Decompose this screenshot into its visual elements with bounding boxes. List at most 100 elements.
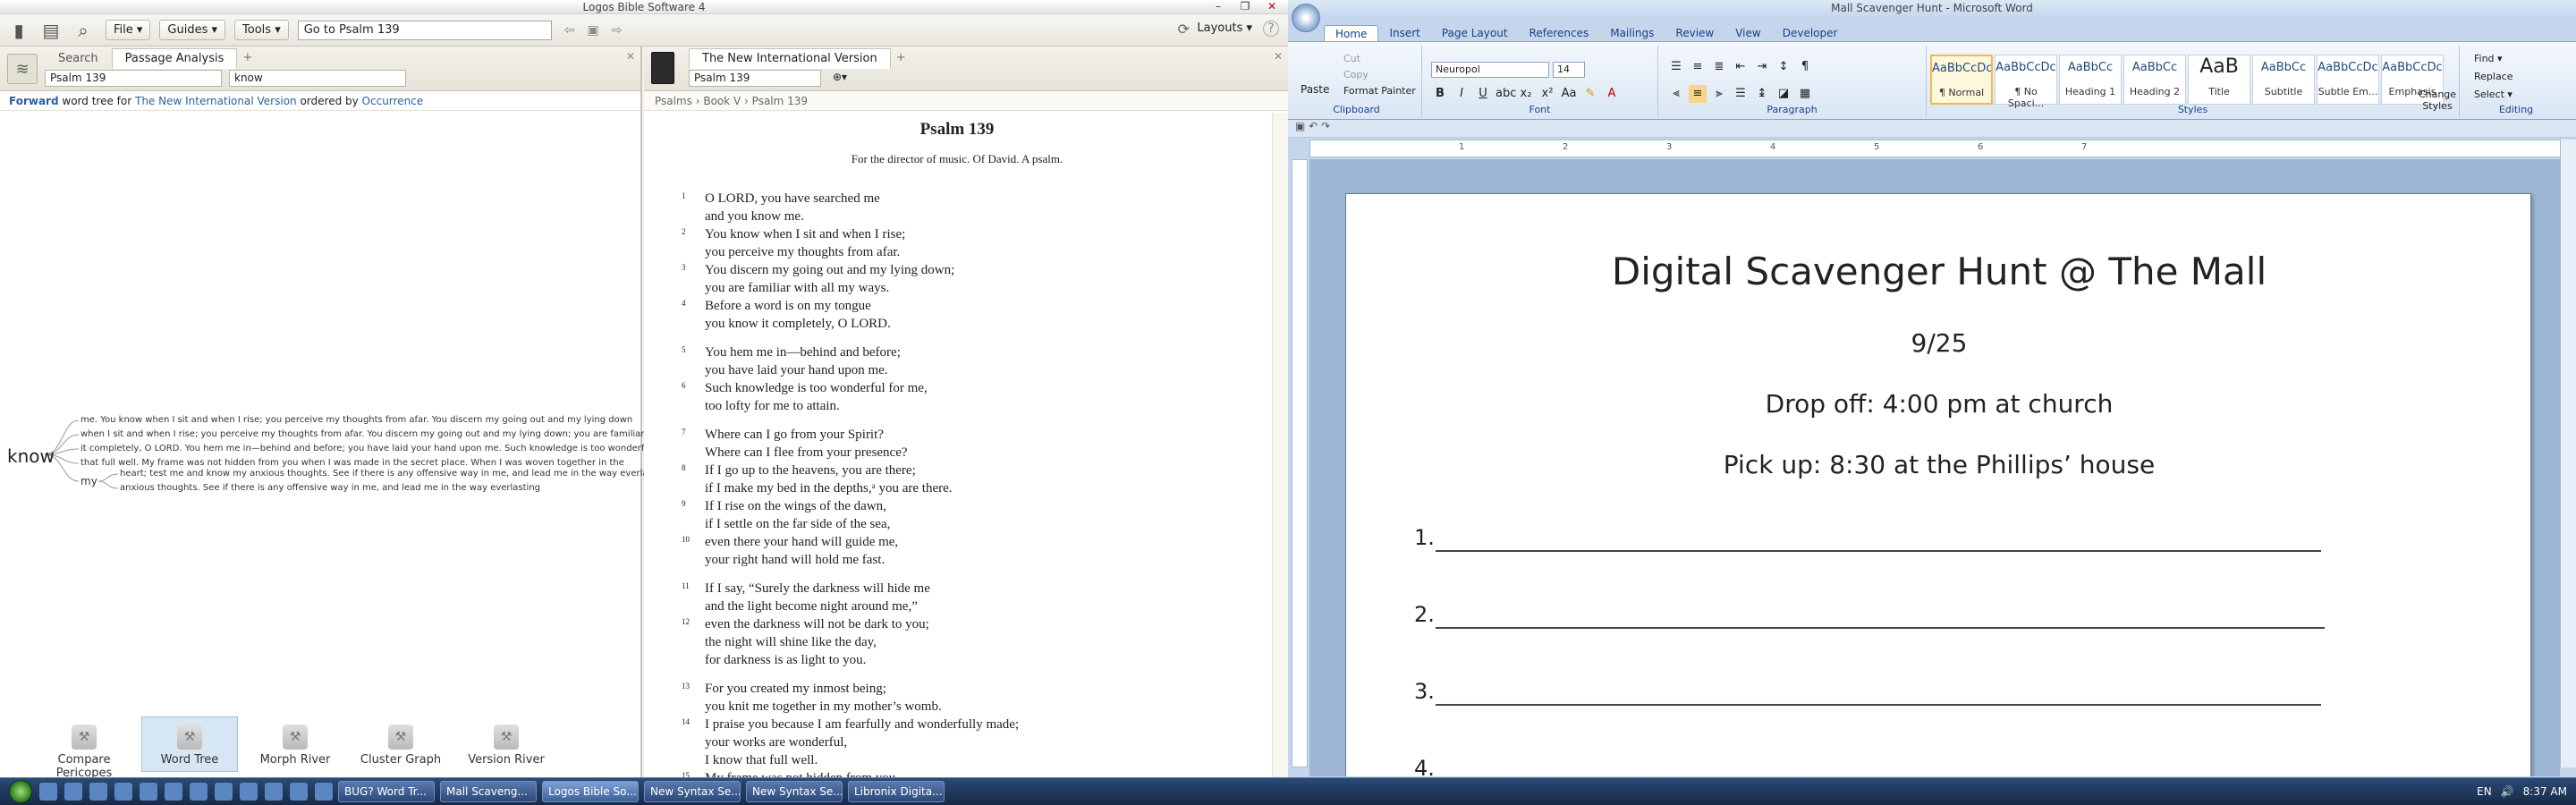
- tab-mailings[interactable]: Mailings: [1599, 25, 1665, 42]
- tab-search[interactable]: Search: [45, 48, 112, 69]
- quicklaunch-icon[interactable]: [165, 783, 182, 801]
- quicklaunch-icon[interactable]: [140, 783, 157, 801]
- quicklaunch-icon[interactable]: [39, 783, 57, 801]
- highlight-button[interactable]: ✎: [1581, 85, 1599, 103]
- tree-sub-branch[interactable]: anxious thoughts. See if there is any of…: [120, 481, 540, 496]
- tab-insert[interactable]: Insert: [1378, 25, 1430, 42]
- numbering-button[interactable]: ≡: [1689, 58, 1707, 76]
- line-spacing-button[interactable]: ↨: [1753, 85, 1771, 103]
- clock[interactable]: 8:37 AM: [2523, 785, 2567, 798]
- tab-review[interactable]: Review: [1665, 25, 1724, 42]
- verse-number[interactable]: 2: [682, 227, 686, 236]
- style-item[interactable]: AaBbCcDc ¶ No Spaci...: [1995, 55, 2057, 109]
- format-painter-button[interactable]: Format Painter: [1343, 85, 1416, 97]
- taskbar-button[interactable]: New Syntax Se...: [644, 781, 741, 802]
- tab-page-layout[interactable]: Page Layout: [1431, 25, 1519, 42]
- increase-indent-button[interactable]: ⇥: [1753, 58, 1771, 76]
- goto-input[interactable]: Go to Psalm 139: [297, 20, 552, 40]
- doc-pickup[interactable]: Pick up: 8:30 at the Phillips’ house: [1346, 450, 2532, 479]
- taskbar-button[interactable]: New Syntax Se...: [746, 781, 843, 802]
- verse-number[interactable]: 8: [682, 463, 686, 472]
- forward-icon[interactable]: ⇨: [612, 23, 623, 38]
- font-name-box[interactable]: Neuropol: [1431, 62, 1549, 78]
- doc-title[interactable]: Digital Scavenger Hunt @ The Mall: [1346, 250, 2532, 293]
- link-set-icon[interactable]: ⊕▾: [828, 70, 853, 87]
- verse-number[interactable]: 7: [682, 428, 686, 436]
- verse-number[interactable]: 10: [682, 535, 690, 544]
- close-button[interactable]: ✕: [1259, 0, 1284, 13]
- tool-morph-river[interactable]: ⚒ Morph River: [247, 716, 343, 772]
- tab-developer[interactable]: Developer: [1772, 25, 1849, 42]
- change-case-button[interactable]: Aa: [1560, 85, 1578, 103]
- version-link[interactable]: The New International Version: [135, 95, 297, 107]
- verse-number[interactable]: 9: [682, 499, 686, 508]
- tree-branch[interactable]: it completely, O LORD. You hem me in—beh…: [80, 442, 685, 456]
- style-item[interactable]: AaB Title: [2188, 55, 2250, 105]
- align-center-button[interactable]: ≡: [1689, 85, 1707, 103]
- quicklaunch-icon[interactable]: [114, 783, 132, 801]
- breadcrumb-item[interactable]: Psalm 139: [752, 95, 808, 107]
- close-panel-icon[interactable]: ✕: [1274, 50, 1283, 63]
- horizontal-ruler[interactable]: 1 2 3 4 5 6 7: [1309, 140, 2562, 157]
- tab-view[interactable]: View: [1724, 25, 1771, 42]
- undo-icon[interactable]: ↶: [1309, 120, 1318, 132]
- vertical-ruler[interactable]: [1292, 159, 1308, 767]
- quicklaunch-icon[interactable]: [89, 783, 107, 801]
- verse-number[interactable]: 5: [682, 345, 686, 354]
- style-item[interactable]: AaBbCc Heading 1: [2059, 55, 2122, 105]
- library-icon[interactable]: ▤: [38, 17, 64, 44]
- copy-button[interactable]: Copy: [1343, 69, 1368, 80]
- word-tree-root[interactable]: know: [7, 445, 55, 467]
- taskbar-button[interactable]: Mall Scaveng...: [440, 781, 537, 802]
- verse-number[interactable]: 6: [682, 381, 686, 390]
- blank-number[interactable]: 1.: [1414, 525, 1435, 550]
- doc-date[interactable]: 9/25: [1346, 328, 2532, 358]
- quicklaunch-icon[interactable]: [265, 783, 283, 801]
- quicklaunch-icon[interactable]: [215, 783, 233, 801]
- shading-button[interactable]: ◪: [1775, 85, 1792, 103]
- quicklaunch-icon[interactable]: [315, 783, 333, 801]
- taskbar-button[interactable]: Logos Bible So...: [542, 781, 639, 802]
- history-icon[interactable]: ▣: [587, 23, 598, 38]
- blank-number[interactable]: 2.: [1414, 602, 1435, 627]
- tree-branch[interactable]: me. You know when I sit and when I rise;…: [80, 413, 632, 428]
- verse-number[interactable]: 14: [682, 717, 690, 726]
- subscript-button[interactable]: x₂: [1517, 85, 1535, 103]
- bible-reference-input[interactable]: Psalm 139: [689, 70, 821, 87]
- layouts-menu[interactable]: Layouts ▾: [1197, 21, 1252, 35]
- taskbar-button[interactable]: BUG? Word Tr...: [338, 781, 435, 802]
- home-icon[interactable]: ▮: [5, 17, 32, 44]
- bible-scrollbar[interactable]: [1272, 113, 1288, 777]
- office-button[interactable]: [1292, 4, 1320, 32]
- superscript-button[interactable]: x²: [1538, 85, 1556, 103]
- doc-dropoff[interactable]: Drop off: 4:00 pm at church: [1346, 389, 2532, 419]
- align-left-button[interactable]: ⫷: [1667, 85, 1685, 103]
- breadcrumb-item[interactable]: Psalms: [655, 95, 692, 107]
- select-button[interactable]: Select ▾: [2474, 89, 2512, 100]
- bullets-button[interactable]: ☰: [1667, 58, 1685, 76]
- tab-references[interactable]: References: [1519, 25, 1600, 42]
- paste-button[interactable]: Paste: [1301, 83, 1329, 96]
- style-item[interactable]: AaBbCcDc ¶ Normal: [1930, 55, 1993, 105]
- blank-number[interactable]: 4.: [1414, 756, 1435, 776]
- back-icon[interactable]: ⇦: [564, 23, 575, 38]
- blank-number[interactable]: 3.: [1414, 679, 1435, 704]
- help-icon[interactable]: ?: [1263, 21, 1279, 37]
- close-panel-icon[interactable]: ✕: [626, 50, 635, 63]
- refresh-icon[interactable]: ⟳: [1178, 21, 1190, 38]
- tree-sub-branch[interactable]: heart; test me and know my anxious thoug…: [120, 467, 670, 481]
- verse-number[interactable]: 11: [682, 581, 690, 590]
- verse-number[interactable]: 3: [682, 263, 686, 272]
- tree-branch-my[interactable]: my: [80, 474, 97, 488]
- order-link[interactable]: Occurrence: [362, 95, 424, 107]
- tool-compare-pericopes[interactable]: ⚒ Compare Pericopes: [36, 716, 132, 780]
- tool-word-tree[interactable]: ⚒ Word Tree: [141, 716, 238, 772]
- tool-cluster-graph[interactable]: ⚒ Cluster Graph: [352, 716, 449, 772]
- redo-icon[interactable]: ↷: [1321, 120, 1330, 132]
- align-right-button[interactable]: ⫸: [1710, 85, 1728, 103]
- tools-menu[interactable]: Tools ▾: [234, 20, 289, 40]
- show-marks-button[interactable]: ¶: [1796, 58, 1814, 76]
- direction-link[interactable]: Forward: [9, 95, 59, 107]
- font-color-button[interactable]: A: [1603, 85, 1621, 103]
- font-size-box[interactable]: 14: [1553, 62, 1585, 78]
